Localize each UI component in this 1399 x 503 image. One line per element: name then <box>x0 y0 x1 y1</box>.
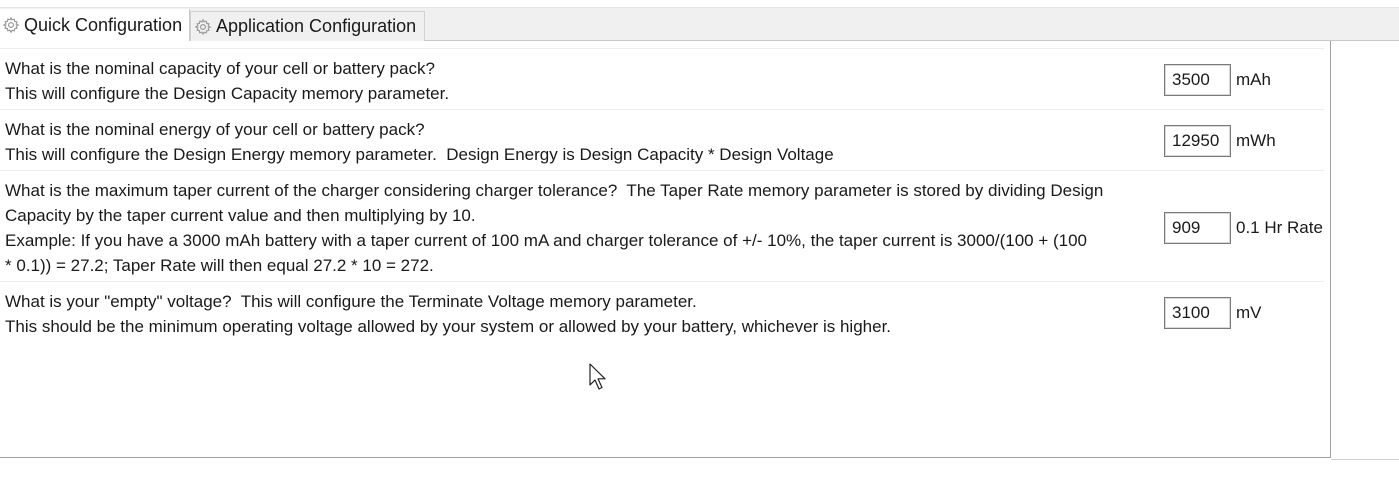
question-row-taper: What is the maximum taper current of the… <box>0 170 1324 282</box>
question-text: What is the nominal capacity of your cel… <box>5 56 1157 106</box>
question-text: What is the nominal energy of your cell … <box>5 117 1157 167</box>
unit-label: mWh <box>1236 131 1276 150</box>
capacity-input[interactable] <box>1164 64 1231 96</box>
question-line: What is the nominal energy of your cell … <box>5 120 425 139</box>
question-line: What is the nominal capacity of your cel… <box>5 59 435 78</box>
taper-rate-input[interactable] <box>1164 212 1231 244</box>
window-divider <box>1331 459 1399 460</box>
question-line: * 0.1)) = 27.2; Taper Rate will then equ… <box>5 256 434 275</box>
question-line: Example: If you have a 3000 mAh battery … <box>5 231 1088 250</box>
unit-label: mV <box>1236 303 1262 322</box>
gear-icon <box>194 18 212 35</box>
unit-label: 0.1 Hr Rate <box>1236 218 1323 237</box>
tab-application-configuration[interactable]: Application Configuration <box>190 11 425 41</box>
terminate-voltage-input[interactable] <box>1164 297 1231 329</box>
gear-icon <box>2 16 20 34</box>
tab-label: Application Configuration <box>216 16 417 36</box>
question-row-capacity: What is the nominal capacity of your cel… <box>0 48 1324 110</box>
energy-input[interactable] <box>1164 125 1231 157</box>
question-line: This should be the minimum operating vol… <box>5 317 892 336</box>
question-line: Capacity by the taper current value and … <box>5 206 476 225</box>
question-line: What is the maximum taper current of the… <box>5 181 1104 200</box>
tab-strip: Quick Configuration Application Configur… <box>0 7 1399 42</box>
tab-quick-configuration[interactable]: Quick Configuration <box>0 9 190 42</box>
question-text: What is your "empty" voltage? This will … <box>5 289 1157 339</box>
question-line: What is your "empty" voltage? This will … <box>5 292 697 311</box>
question-text: What is the maximum taper current of the… <box>5 178 1157 278</box>
quick-configuration-window: Quick Configuration Application Configur… <box>0 0 1399 503</box>
question-row-voltage: What is your "empty" voltage? This will … <box>0 281 1324 343</box>
question-line: This will configure the Design Energy me… <box>5 145 834 164</box>
unit-label: mAh <box>1236 70 1271 89</box>
tab-label: Quick Configuration <box>24 14 183 35</box>
question-row-energy: What is the nominal energy of your cell … <box>0 109 1324 171</box>
quick-configuration-panel: What is the nominal capacity of your cel… <box>0 41 1331 458</box>
question-line: This will configure the Design Capacity … <box>5 84 450 103</box>
mouse-pointer-icon <box>589 363 606 390</box>
